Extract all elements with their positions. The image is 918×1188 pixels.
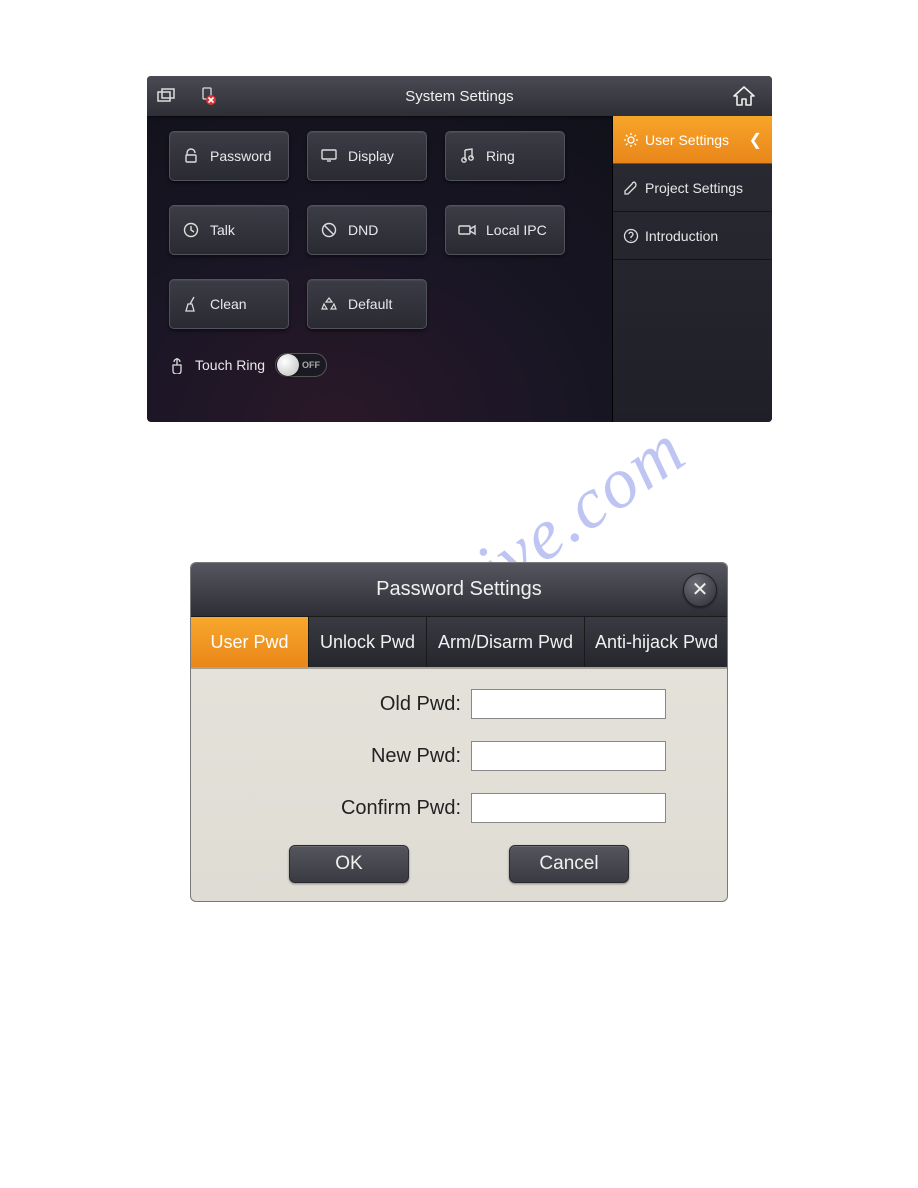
default-tile[interactable]: Default xyxy=(307,279,427,329)
camera-icon xyxy=(458,224,476,236)
tab-label: User Pwd xyxy=(210,632,288,653)
ok-button[interactable]: OK xyxy=(289,845,409,883)
clock-icon xyxy=(182,222,200,238)
sidebar-item-label: Introduction xyxy=(645,228,718,244)
touch-ring-row: Touch Ring OFF xyxy=(169,353,600,377)
chevron-left-icon: ❮ xyxy=(749,130,762,150)
close-button[interactable]: ✕ xyxy=(683,573,717,607)
lock-open-icon xyxy=(182,148,200,164)
tile-label: Default xyxy=(348,296,392,312)
new-pwd-label: New Pwd: xyxy=(221,745,471,768)
sidebar-item-user-settings[interactable]: User Settings ❮ xyxy=(613,116,772,164)
tab-user-pwd[interactable]: User Pwd xyxy=(191,617,309,667)
broom-icon xyxy=(182,296,200,312)
local-ipc-tile[interactable]: Local IPC xyxy=(445,205,565,255)
dnd-icon xyxy=(320,222,338,238)
sidebar-item-label: Project Settings xyxy=(645,180,743,196)
tab-arm-disarm-pwd[interactable]: Arm/Disarm Pwd xyxy=(427,617,585,667)
sidebar-item-label: User Settings xyxy=(645,132,729,148)
device-remove-icon[interactable] xyxy=(187,76,227,116)
dialog-title: Password Settings xyxy=(376,578,542,601)
button-label: OK xyxy=(335,853,362,875)
header-bar: System Settings xyxy=(147,76,772,116)
toggle-state-label: OFF xyxy=(302,360,320,370)
tab-label: Anti-hijack Pwd xyxy=(595,632,718,653)
sidebar-item-project-settings[interactable]: Project Settings xyxy=(613,164,772,212)
close-icon: ✕ xyxy=(692,577,709,602)
help-icon xyxy=(623,228,639,244)
tile-label: Talk xyxy=(210,222,235,238)
password-form: Old Pwd: New Pwd: Confirm Pwd: OK Cancel xyxy=(191,669,727,893)
tile-label: Ring xyxy=(486,148,515,164)
old-pwd-input[interactable] xyxy=(471,689,666,719)
password-tabs: User Pwd Unlock Pwd Arm/Disarm Pwd Anti-… xyxy=(191,617,727,669)
confirm-pwd-input[interactable] xyxy=(471,793,666,823)
tile-label: Display xyxy=(348,148,394,164)
button-label: Cancel xyxy=(539,853,598,875)
sidebar-item-introduction[interactable]: Introduction xyxy=(613,212,772,260)
clean-tile[interactable]: Clean xyxy=(169,279,289,329)
touch-ring-label: Touch Ring xyxy=(195,357,265,373)
password-tile[interactable]: Password xyxy=(169,131,289,181)
tab-label: Arm/Disarm Pwd xyxy=(438,632,573,653)
monitor-icon xyxy=(320,149,338,163)
tile-label: Local IPC xyxy=(486,222,547,238)
home-button[interactable] xyxy=(724,76,764,116)
tab-unlock-pwd[interactable]: Unlock Pwd xyxy=(309,617,427,667)
tile-label: DND xyxy=(348,222,378,238)
tile-label: Password xyxy=(210,148,271,164)
settings-sidebar: User Settings ❮ Project Settings Introdu… xyxy=(612,116,772,422)
settings-grid: Password Display Ring Talk xyxy=(147,116,612,422)
recycle-icon xyxy=(320,296,338,312)
dnd-tile[interactable]: DND xyxy=(307,205,427,255)
tab-label: Unlock Pwd xyxy=(320,632,415,653)
touch-icon xyxy=(169,356,185,374)
wrench-icon xyxy=(623,180,639,196)
gear-icon xyxy=(623,132,639,148)
talk-tile[interactable]: Talk xyxy=(169,205,289,255)
confirm-pwd-label: Confirm Pwd: xyxy=(221,797,471,820)
password-settings-dialog: Password Settings ✕ User Pwd Unlock Pwd … xyxy=(190,562,728,902)
display-tile[interactable]: Display xyxy=(307,131,427,181)
toggle-knob xyxy=(277,354,299,376)
new-pwd-input[interactable] xyxy=(471,741,666,771)
cancel-button[interactable]: Cancel xyxy=(509,845,629,883)
ring-tile[interactable]: Ring xyxy=(445,131,565,181)
dialog-header: Password Settings ✕ xyxy=(191,563,727,617)
old-pwd-label: Old Pwd: xyxy=(221,693,471,716)
tab-anti-hijack-pwd[interactable]: Anti-hijack Pwd xyxy=(585,617,728,667)
system-settings-screen: System Settings Password Display xyxy=(147,76,772,422)
screens-icon[interactable] xyxy=(147,76,187,116)
music-note-icon xyxy=(458,148,476,164)
tile-label: Clean xyxy=(210,296,247,312)
touch-ring-toggle[interactable]: OFF xyxy=(275,353,327,377)
page-title: System Settings xyxy=(147,88,772,105)
